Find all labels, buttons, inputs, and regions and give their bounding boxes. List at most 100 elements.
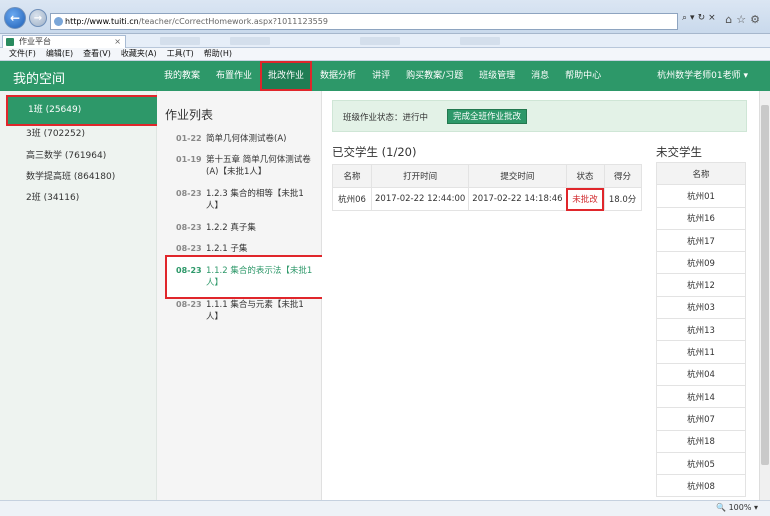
pending-student: 杭州01 xyxy=(656,184,746,208)
class-sidebar: 1班 (25649) 3班 (702252) 高三数学 (761964) 数学提… xyxy=(0,91,159,500)
homework-name: 1.2.3 集合的相等【未批1人】 xyxy=(206,189,304,211)
student-name[interactable]: 杭州06 xyxy=(332,187,372,211)
search-icon[interactable]: ⌕ xyxy=(682,13,690,23)
submitted-title: 已交学生 (1/20) xyxy=(332,145,417,159)
class-item-1[interactable]: 1班 (25649) xyxy=(6,95,159,126)
nav-my-lessons[interactable]: 我的教案 xyxy=(156,61,208,91)
homework-date: 01-22 xyxy=(176,134,202,143)
nav-class-management[interactable]: 班级管理 xyxy=(471,61,523,91)
menu-file[interactable]: 文件(F) xyxy=(9,48,36,60)
homework-date: 08-23 xyxy=(176,244,202,253)
class-item-senior-math[interactable]: 高三数学 (761964) xyxy=(10,146,156,166)
table-header-row: 名称 xyxy=(656,161,746,186)
main-nav: 我的教案 布置作业 批改作业 数据分析 讲评 购买教案/习题 班级管理 消息 帮… xyxy=(156,61,609,91)
address-bar[interactable]: http://www.tuiti.cn/teacher/cCorrectHome… xyxy=(50,13,678,30)
nav-assign-homework[interactable]: 布置作业 xyxy=(208,61,260,91)
submitted-table: 名称 打开时间 提交时间 状态 得分 杭州06 2017-02-22 12:44… xyxy=(332,164,642,211)
class-item-3[interactable]: 3班 (702252) xyxy=(10,124,156,144)
inactive-tab[interactable] xyxy=(360,37,400,45)
menu-view[interactable]: 查看(V) xyxy=(83,48,111,60)
brand-title[interactable]: 我的空间 xyxy=(13,68,65,87)
homework-list-title: 作业列表 xyxy=(165,108,214,122)
page-globe-icon xyxy=(54,17,63,26)
page-scrollbar[interactable] xyxy=(759,91,770,500)
menu-edit[interactable]: 编辑(E) xyxy=(46,48,73,60)
homework-list-panel: 作业列表 01-22 简单几何体测试卷(A) 01-19 第十五章 简单几何体测… xyxy=(157,91,329,500)
pending-student: 杭州09 xyxy=(656,251,746,275)
pending-student: 杭州08 xyxy=(656,474,746,498)
user-menu[interactable]: 杭州数学老师01老师 ▾ xyxy=(657,61,748,91)
nav-messages[interactable]: 消息 xyxy=(523,61,557,91)
homework-date: 01-19 xyxy=(176,155,202,164)
nav-data-analysis[interactable]: 数据分析 xyxy=(312,61,364,91)
menu-help[interactable]: 帮助(H) xyxy=(204,48,232,60)
menu-bar: 文件(F) 编辑(E) 查看(V) 收藏夹(A) 工具(T) 帮助(H) xyxy=(0,48,770,61)
nav-review[interactable]: 讲评 xyxy=(364,61,398,91)
class-status-bar: 班级作业状态：进行中 完成全班作业批改 xyxy=(332,100,747,132)
inactive-tab[interactable] xyxy=(460,37,500,45)
address-tools: ⌕▾↻× xyxy=(682,13,719,23)
class-item-math-advanced[interactable]: 数学提高班 (864180) xyxy=(10,167,156,187)
pending-student: 杭州17 xyxy=(656,228,746,253)
grade-status-link[interactable]: 未批改 xyxy=(565,187,605,211)
nav-grade-homework[interactable]: 批改作业 xyxy=(260,61,313,91)
forward-arrow-icon[interactable]: → xyxy=(29,9,47,27)
browser-icons: ⌂☆⚙ xyxy=(725,13,764,26)
pending-student: 杭州12 xyxy=(656,273,746,297)
col-status: 状态 xyxy=(565,164,605,188)
dropdown-icon[interactable]: ▾ xyxy=(690,13,698,23)
homework-item[interactable]: 01-19 第十五章 简单几何体测试卷(A)【未批1人】 xyxy=(176,154,314,178)
homework-item[interactable]: 01-22 简单几何体测试卷(A) xyxy=(176,133,314,145)
favorites-star-icon[interactable]: ☆ xyxy=(736,13,750,26)
nav-help-center[interactable]: 帮助中心 xyxy=(557,61,609,91)
tab-title: 作业平台 xyxy=(19,37,51,46)
col-name: 名称 xyxy=(332,164,372,188)
back-arrow-icon[interactable]: ← xyxy=(4,7,26,29)
homework-name: 1.1.2 集合的表示法【未批1人】 xyxy=(206,266,313,288)
homework-item[interactable]: 08-23 1.2.3 集合的相等【未批1人】 xyxy=(176,188,314,212)
pending-student: 杭州13 xyxy=(656,318,746,342)
url-host: http://www.tuiti.cn xyxy=(65,17,139,26)
menu-favorites[interactable]: 收藏夹(A) xyxy=(121,48,157,60)
scrollbar-thumb[interactable] xyxy=(761,105,769,465)
homework-date: 08-23 xyxy=(176,300,202,309)
zoom-level[interactable]: 🔍 100% ▾ xyxy=(716,503,758,512)
homework-name: 1.2.2 真子集 xyxy=(206,223,256,233)
finish-grading-button[interactable]: 完成全班作业批改 xyxy=(447,109,528,124)
inactive-tab[interactable] xyxy=(230,37,270,45)
home-icon[interactable]: ⌂ xyxy=(725,13,736,26)
inactive-tab[interactable] xyxy=(160,37,200,45)
class-status-label: 班级作业状态：进行中 xyxy=(343,113,429,123)
col-name: 名称 xyxy=(656,161,746,186)
grading-main: 班级作业状态：进行中 完成全班作业批改 已交学生 (1/20) 名称 打开时间 … xyxy=(322,91,770,500)
homework-name: 简单几何体测试卷(A) xyxy=(206,134,287,144)
pending-student: 杭州04 xyxy=(656,362,746,386)
pending-title: 未交学生 xyxy=(656,145,702,159)
pending-student: 杭州03 xyxy=(656,295,746,320)
class-item-2[interactable]: 2班 (34116) xyxy=(10,188,156,208)
pending-student: 杭州05 xyxy=(656,451,746,476)
table-row[interactable]: 杭州06 2017-02-22 12:44:00 2017-02-22 14:1… xyxy=(332,187,642,211)
table-header-row: 名称 打开时间 提交时间 状态 得分 xyxy=(332,164,642,188)
homework-name: 1.1.1 集合与元素【未批1人】 xyxy=(206,300,304,322)
homework-item-active[interactable]: 08-23 1.1.2 集合的表示法【未批1人】 xyxy=(176,265,314,289)
tab-strip: 作业平台 × xyxy=(0,34,770,48)
favicon-icon xyxy=(6,38,14,46)
col-score: 得分 xyxy=(603,164,642,188)
homework-item[interactable]: 08-23 1.1.1 集合与元素【未批1人】 xyxy=(176,299,314,323)
refresh-icon[interactable]: ↻ xyxy=(698,13,709,23)
pending-student: 杭州18 xyxy=(656,429,746,453)
homework-item[interactable]: 08-23 1.2.1 子集 xyxy=(176,243,314,255)
submit-time: 2017-02-22 14:18:46 xyxy=(468,187,567,211)
homework-date: 08-23 xyxy=(176,266,202,275)
nav-buy-materials[interactable]: 购买教案/习题 xyxy=(398,61,471,91)
menu-tools[interactable]: 工具(T) xyxy=(167,48,194,60)
site-header: 我的空间 我的教案 布置作业 批改作业 数据分析 讲评 购买教案/习题 班级管理… xyxy=(0,61,770,91)
tab-close-icon[interactable]: × xyxy=(114,36,121,48)
stop-icon[interactable]: × xyxy=(708,13,719,23)
score: 18.0分 xyxy=(603,187,642,211)
browser-tab[interactable]: 作业平台 × xyxy=(2,35,126,48)
settings-gear-icon[interactable]: ⚙ xyxy=(750,13,764,26)
homework-item[interactable]: 08-23 1.2.2 真子集 xyxy=(176,222,314,234)
browser-toolbar: ← → http://www.tuiti.cn/teacher/cCorrect… xyxy=(0,0,770,34)
